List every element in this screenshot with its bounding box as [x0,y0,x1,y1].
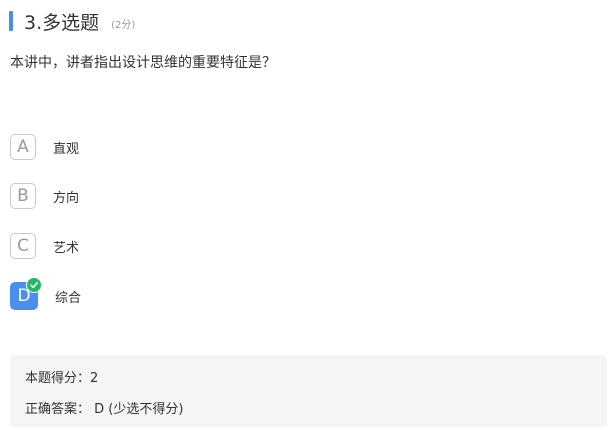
title-accent-bar [9,11,13,31]
option-c[interactable]: C 艺术 [10,232,79,260]
option-c-letter-box[interactable]: C [10,233,36,259]
option-b[interactable]: B 方向 [10,182,79,210]
option-d-label: 综合 [55,290,82,306]
option-c-letter: C [17,236,29,256]
option-d[interactable]: D 综合 [10,277,82,310]
option-c-label: 艺术 [53,240,80,256]
question-text: 本讲中，讲者指出设计思维的重要特征是？ [10,55,276,71]
check-icon [26,277,42,293]
option-a[interactable]: A 直观 [10,133,79,161]
option-a-label: 直观 [53,141,80,157]
question-score: (2分) [111,19,136,31]
question-type-title: 3.多选题 [24,11,100,34]
question-score-result: 本题得分：2 [25,371,99,386]
option-b-letter-box[interactable]: B [10,183,36,209]
option-a-letter-box[interactable]: A [10,134,36,160]
result-panel: 本题得分：2 正确答案： D (少选不得分) [10,355,607,427]
correct-answer: 正确答案： D (少选不得分) [25,402,184,417]
question-header: 3.多选题 (2分) [9,9,136,34]
option-a-letter: A [17,137,29,157]
option-b-letter: B [17,186,29,206]
option-d-letter-box[interactable]: D [10,277,42,310]
option-b-label: 方向 [53,190,80,206]
